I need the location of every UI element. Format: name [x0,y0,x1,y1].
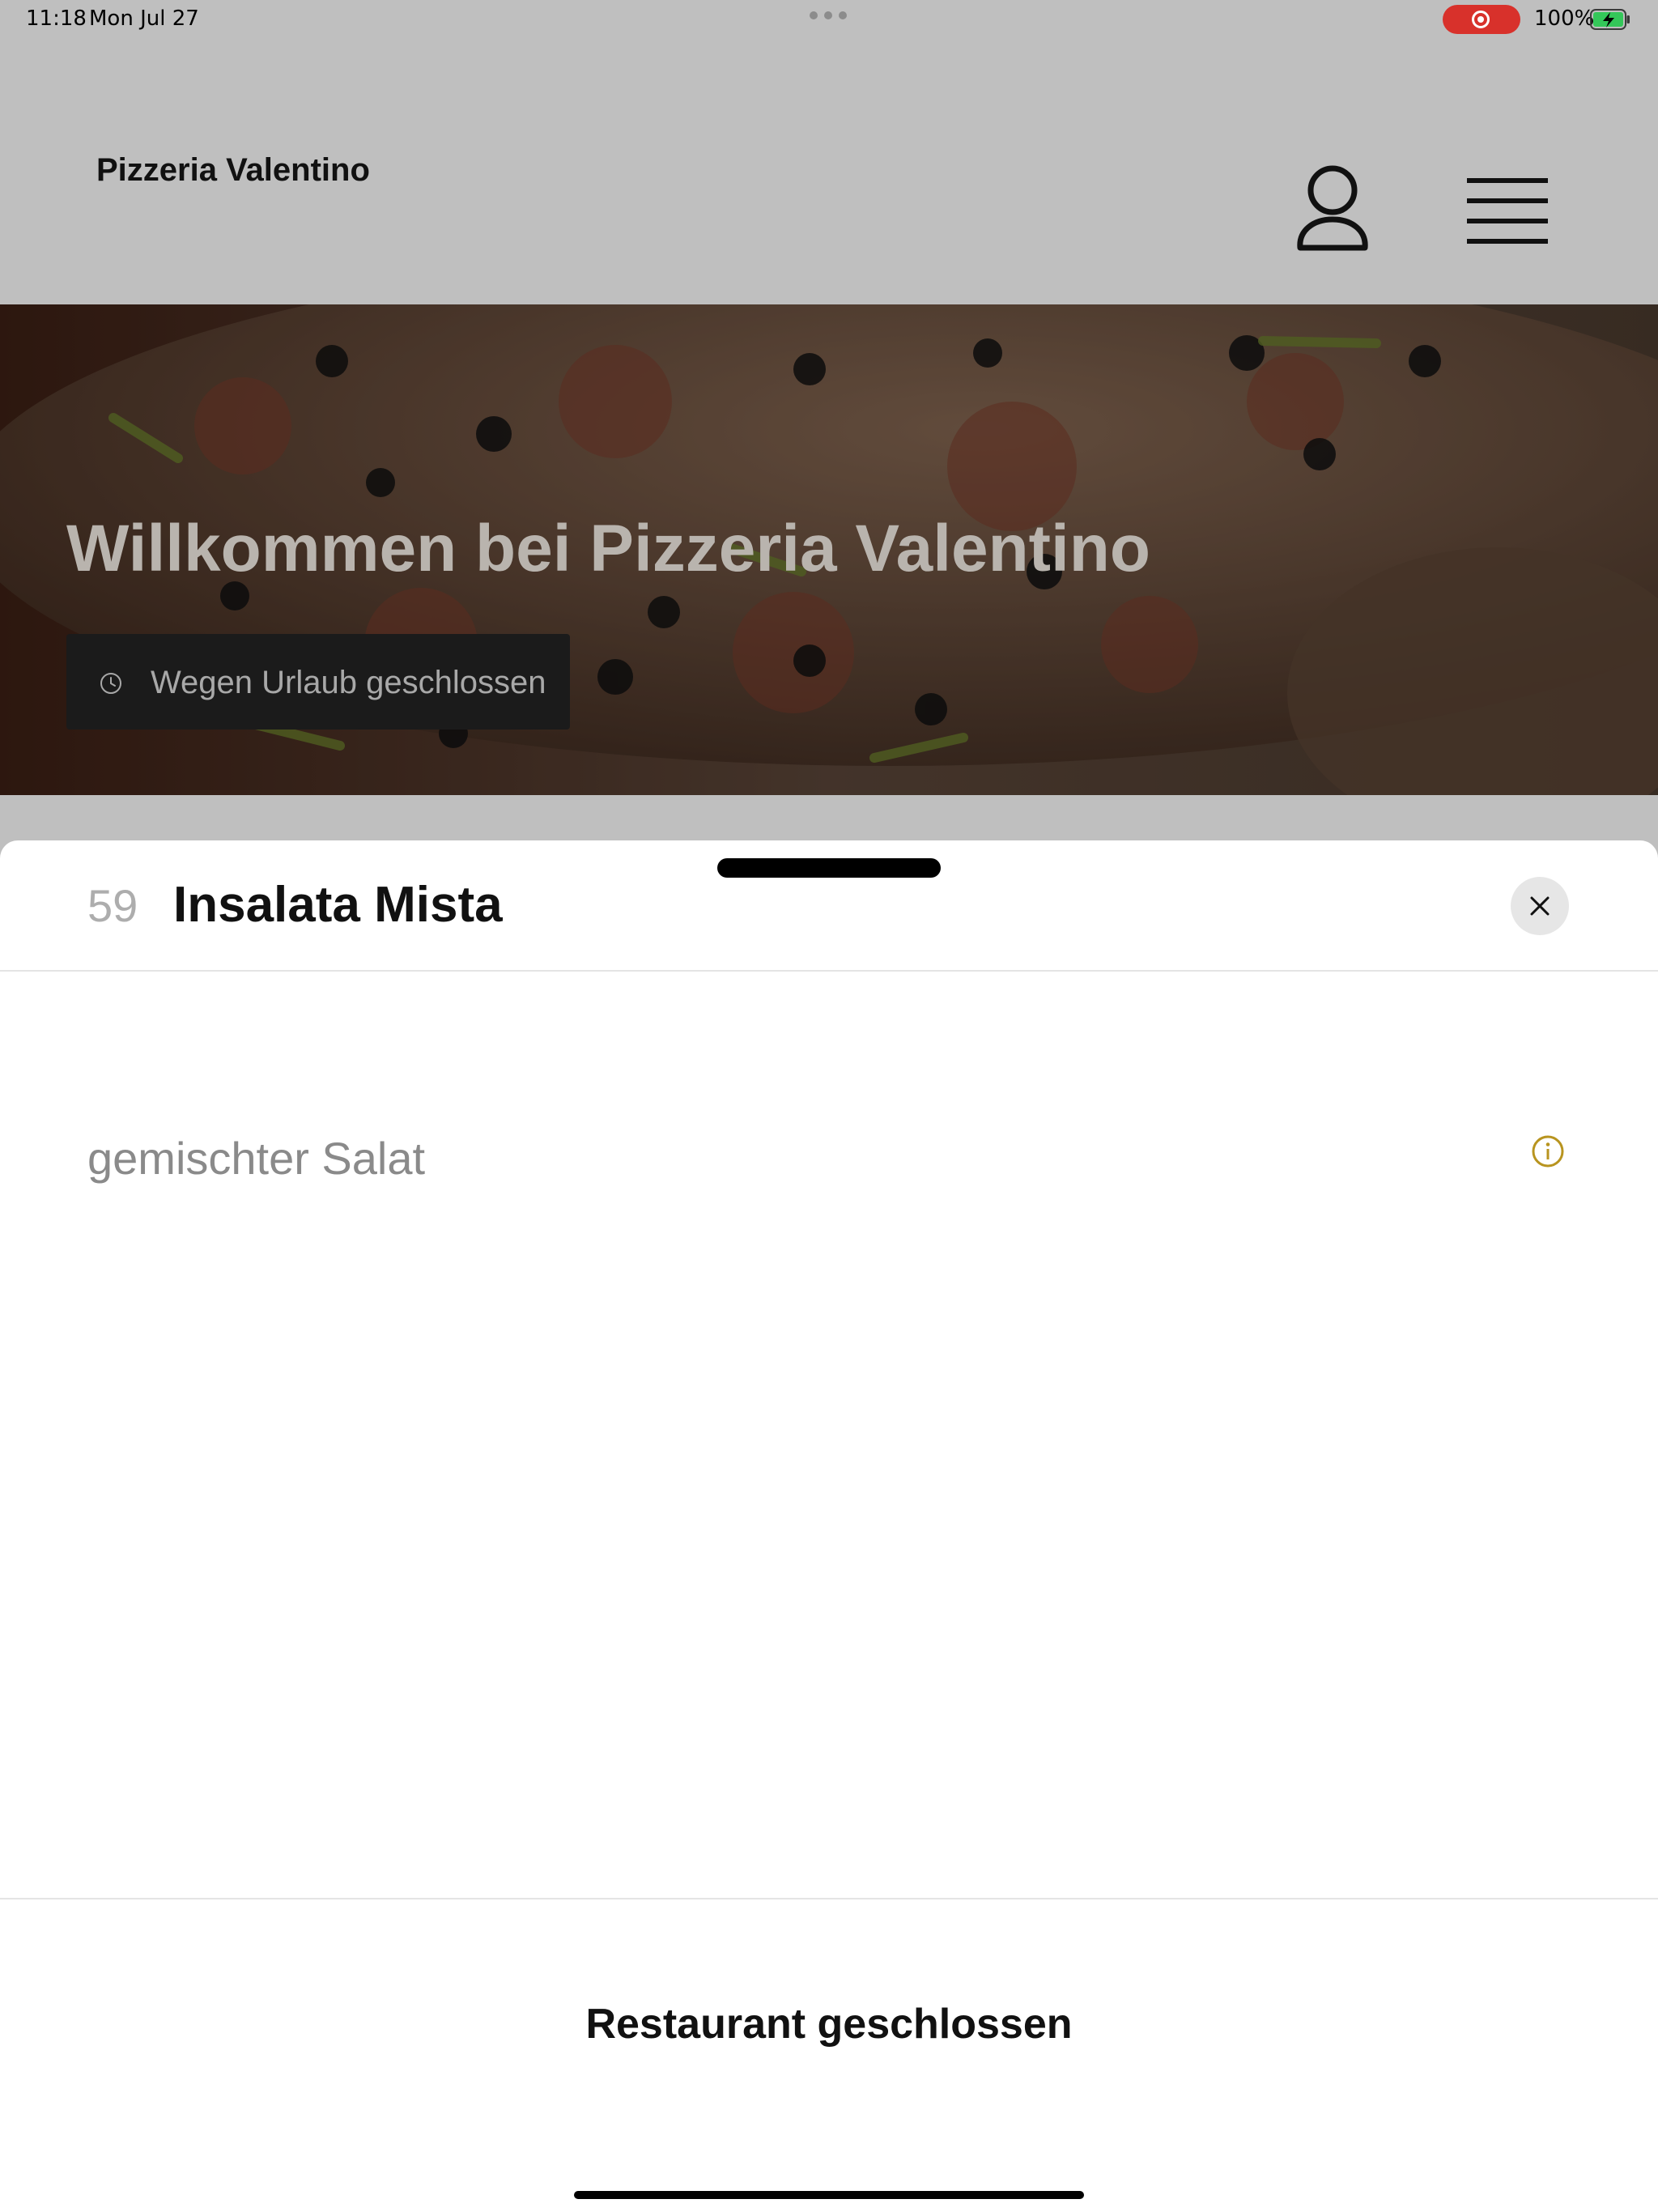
close-button[interactable] [1511,877,1569,935]
close-icon [1530,896,1550,916]
item-description: gemischter Salat [87,1133,426,1184]
item-title: Insalata Mista [173,877,503,933]
clock-icon [100,673,121,694]
screen-recording-icon[interactable] [1443,5,1520,34]
battery-charging-icon [1590,9,1630,30]
status-time: 11:18 [26,6,87,31]
sheet-grabber[interactable] [717,858,941,878]
home-indicator[interactable] [574,2191,1084,2199]
item-number: 59 [87,880,138,931]
hero-banner: Willkommen bei Pizzeria Valentino Wegen … [0,304,1658,795]
status-bar: 11:18 Mon Jul 27 100% [0,0,1658,39]
app-header: Pizzeria Valentino [0,39,1658,304]
status-date: Mon Jul 27 [89,6,199,31]
footer-divider [0,1898,1658,1899]
welcome-title: Willkommen bei Pizzeria Valentino [66,512,1150,585]
hamburger-menu-icon[interactable] [1467,177,1548,245]
user-profile-icon[interactable] [1295,164,1370,255]
restaurant-name[interactable]: Pizzeria Valentino [96,152,370,189]
multitasking-dots-icon[interactable] [810,11,847,19]
info-icon[interactable] [1531,1134,1565,1168]
header-divider [0,970,1658,972]
closed-notice-badge: Wegen Urlaub geschlossen [66,634,570,730]
restaurant-status: Restaurant geschlossen [585,2001,1073,2048]
battery-percentage: 100% [1534,6,1595,31]
item-detail-sheet: 59 Insalata Mista gemischter Salat Resta… [0,840,1658,2212]
closed-notice-text: Wegen Urlaub geschlossen [151,665,546,700]
